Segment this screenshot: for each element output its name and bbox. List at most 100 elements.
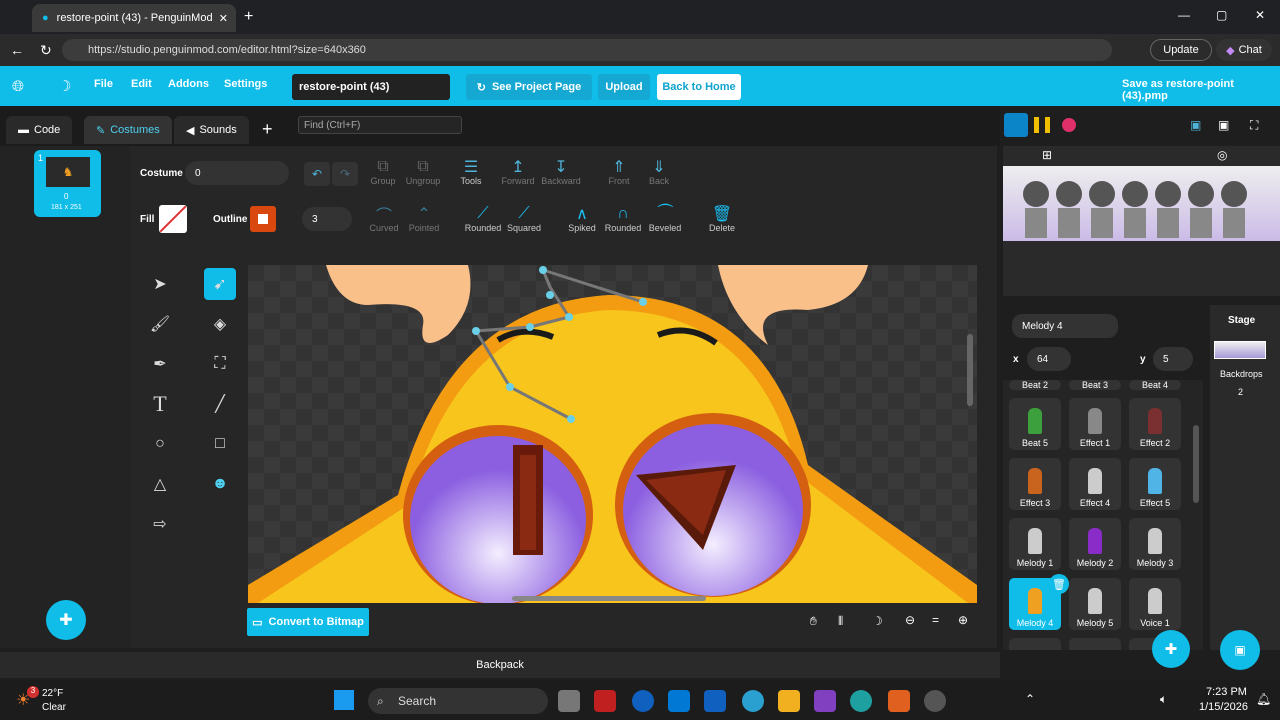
stage-preview[interactable] [1003, 146, 1280, 296]
outlook-icon[interactable] [704, 690, 726, 712]
sprite-tile[interactable] [1069, 638, 1121, 650]
fill-swatch[interactable] [159, 205, 187, 233]
upload-button[interactable]: Upload [598, 74, 650, 100]
sprite-tile[interactable]: Beat 5 [1009, 398, 1061, 450]
rounded-join-button[interactable]: ∩ Rounded [600, 205, 646, 233]
drawing-canvas[interactable] [248, 265, 977, 603]
canvas-theme-icon[interactable]: ☽ [872, 614, 883, 628]
vertical-scrollbar[interactable] [967, 334, 973, 406]
zoom-reset-icon[interactable]: = [932, 613, 939, 627]
chat-button[interactable]: ◆ Chat [1216, 39, 1272, 61]
sprite-tile[interactable]: Effect 5 [1129, 458, 1181, 510]
beveled-join-button[interactable]: ⏜ Beveled [642, 205, 688, 233]
update-button[interactable]: Update [1150, 39, 1212, 61]
rounded-line-button[interactable]: ⟋ Rounded [460, 205, 506, 233]
sprite-tile[interactable]: Beat 2 [1009, 380, 1061, 390]
sprite-tile[interactable]: Melody 2 [1069, 518, 1121, 570]
maximize-icon[interactable]: ▢ [1216, 8, 1227, 22]
sprite-name-input[interactable]: Melody 4 [1012, 314, 1118, 338]
add-sprite-button[interactable]: ✚ [1152, 630, 1190, 668]
taskview-icon[interactable] [558, 690, 580, 712]
stage-settings-icon[interactable]: ◎ [1217, 148, 1227, 162]
find-input[interactable]: Find (Ctrl+F) [298, 116, 462, 134]
new-tab-icon[interactable]: + [244, 8, 253, 26]
notification-icon[interactable]: 🔔︎ [1256, 692, 1271, 706]
triangle-tool-icon[interactable]: △ [144, 468, 176, 500]
outline-swatch[interactable] [250, 206, 276, 232]
tab-code[interactable]: ▬ Code [6, 116, 73, 144]
delete-button[interactable]: 🗑︎ Delete [699, 205, 745, 233]
grid-toggle-icon[interactable]: ⦀ [838, 614, 843, 629]
sprite-tile[interactable]: Voice 1 [1129, 578, 1181, 630]
globe-icon[interactable]: 🌐︎ [12, 78, 24, 95]
rectangle-tool-icon[interactable]: □ [204, 428, 236, 460]
stage-target-column[interactable]: Stage Backdrops 2 [1210, 305, 1280, 650]
fl-studio-icon[interactable] [888, 690, 910, 712]
x-input[interactable]: 64 [1027, 347, 1071, 371]
y-input[interactable]: 5 [1153, 347, 1193, 371]
select-tool-icon[interactable]: ➤ [144, 268, 176, 300]
add-costume-button[interactable]: ✚ [46, 600, 86, 640]
copilot-app-icon[interactable] [814, 690, 836, 712]
pointed-button[interactable]: ⌃ Pointed [401, 205, 447, 233]
outline-width-input[interactable]: 3 [302, 207, 352, 231]
url-input[interactable]: https://studio.penguinmod.com/editor.htm… [62, 39, 1112, 61]
ungroup-button[interactable]: ⧉ Ungroup [400, 158, 446, 186]
eyedropper-tool-icon[interactable]: ✒ [144, 348, 176, 380]
volume-icon[interactable]: 🔈︎ [1160, 692, 1167, 707]
save-as-label[interactable]: Save as restore-point (43).pmp [1122, 78, 1280, 102]
hp-icon[interactable] [632, 690, 654, 712]
redo-icon[interactable]: ↷ [332, 162, 358, 186]
sprite-tile[interactable]: Melody 5 [1069, 578, 1121, 630]
reload-icon[interactable]: ↻ [40, 42, 52, 59]
small-stage-icon[interactable]: ▣ [1190, 118, 1201, 132]
brush-tool-icon[interactable]: 🖌︎ [144, 308, 176, 340]
sprite-tile[interactable]: Beat 3 [1069, 380, 1121, 390]
sticker-tool-icon[interactable]: ☻ [204, 468, 236, 500]
sprite-tile[interactable]: Melody 1 [1009, 518, 1061, 570]
sprite-list-scrollbar[interactable] [1193, 425, 1199, 503]
reshape-tool-icon[interactable]: ➹ [204, 268, 236, 300]
sprite-tile[interactable]: Beat 4 [1129, 380, 1181, 390]
sprite-tile[interactable]: Effect 3 [1009, 458, 1061, 510]
sprite-tile[interactable]: Effect 2 [1129, 398, 1181, 450]
horizontal-scrollbar[interactable] [512, 596, 706, 601]
mcafee-icon[interactable] [594, 690, 616, 712]
menu-edit[interactable]: Edit [131, 78, 152, 90]
delete-sprite-icon[interactable]: 🗑︎ [1049, 574, 1069, 594]
zoom-in-icon[interactable]: ⊕ [958, 613, 968, 627]
menu-file[interactable]: File [94, 78, 113, 90]
tray-chevron-icon[interactable]: ⌃ [1025, 692, 1035, 706]
backward-button[interactable]: ↧ Backward [538, 158, 584, 186]
hand-tool-icon[interactable]: ✋︎ [810, 614, 817, 629]
back-button[interactable]: ⇓ Back [636, 158, 682, 186]
tab-costumes[interactable]: ✎ Costumes [84, 116, 172, 144]
file-explorer-icon[interactable] [778, 690, 800, 712]
fullscreen-icon[interactable]: ⛶ [1250, 118, 1258, 133]
arrow-tool-icon[interactable]: ⇨ [144, 508, 176, 540]
costume-name-input[interactable]: 0 [185, 161, 289, 185]
chatgpt-icon[interactable] [924, 690, 946, 712]
add-extension-icon[interactable]: + [262, 119, 273, 140]
tab-sounds[interactable]: ◀ Sounds [174, 116, 249, 144]
edge-icon[interactable] [850, 690, 872, 712]
eraser-tool-icon[interactable]: ◈ [204, 308, 236, 340]
pause-icon[interactable] [1034, 117, 1050, 133]
browser-tab[interactable]: ● restore-point (43) - PenguinMod ✕ [32, 4, 236, 32]
menu-settings[interactable]: Settings [224, 78, 267, 90]
convert-to-bitmap-button[interactable]: ▭ Convert to Bitmap [247, 608, 369, 636]
text-tool-icon[interactable]: T [144, 388, 176, 420]
tools-button[interactable]: ☰ Tools [448, 158, 494, 186]
see-project-page-button[interactable]: ↻ See Project Page [466, 74, 592, 100]
close-tab-icon[interactable]: ✕ [219, 12, 228, 25]
back-to-home-button[interactable]: Back to Home [657, 74, 741, 100]
stage-grid-icon[interactable]: ⊞ [1042, 148, 1052, 162]
windows-start-icon[interactable] [334, 690, 354, 710]
back-arrow-icon[interactable]: ← [10, 42, 24, 58]
forward-button[interactable]: ↥ Forward [495, 158, 541, 186]
store-icon[interactable] [668, 690, 690, 712]
project-title-input[interactable]: restore-point (43) [292, 74, 450, 100]
menu-addons[interactable]: Addons [168, 78, 209, 90]
costume-thumbnail[interactable]: 1 ♞ 0 181 x 251 [34, 150, 101, 217]
help-icon[interactable] [742, 690, 764, 712]
